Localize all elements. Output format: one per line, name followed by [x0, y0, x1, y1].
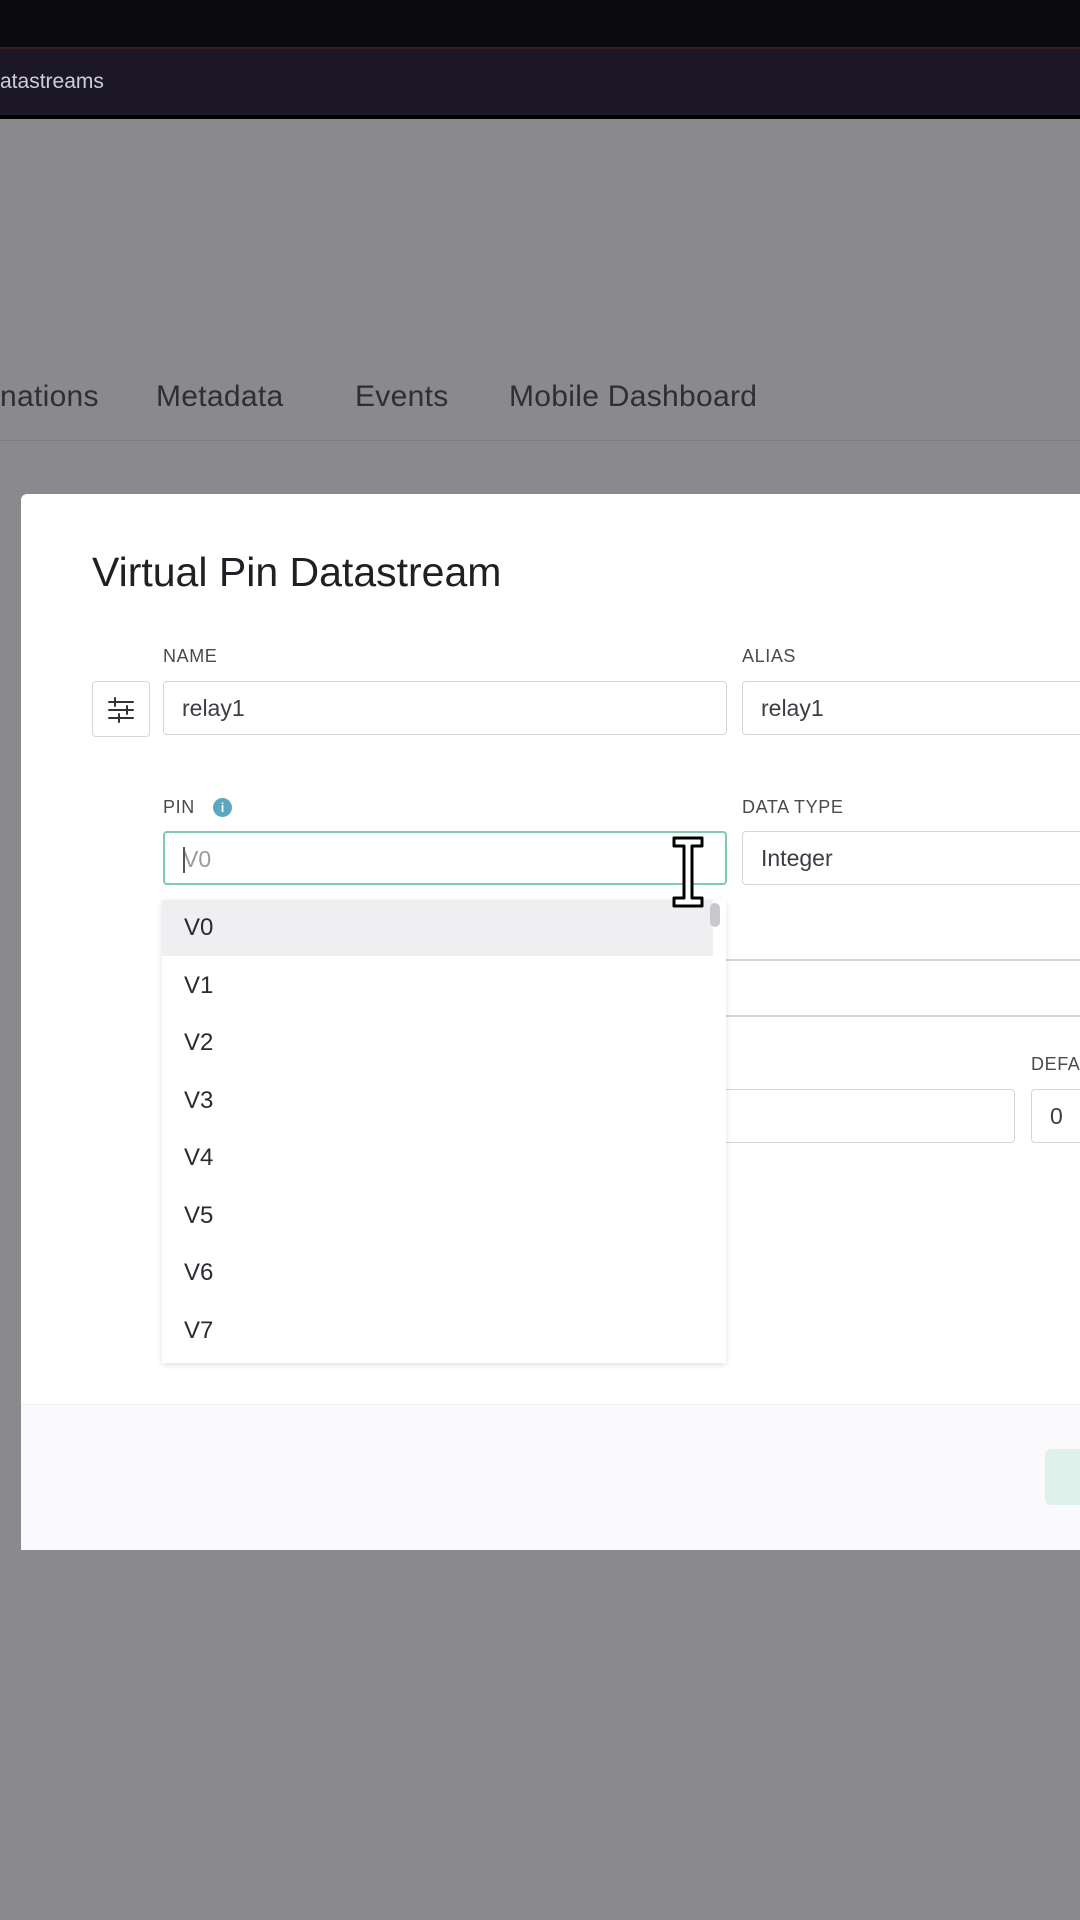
browser-tabbar — [0, 49, 1080, 115]
template-nav-tabs: nations Metadata Events Mobile Dashboard — [0, 380, 1080, 441]
modal-title: Virtual Pin Datastream — [92, 549, 502, 595]
dropdown-option[interactable]: V6 — [162, 1245, 713, 1301]
tab-metadata[interactable]: Metadata — [156, 380, 283, 414]
pin-label: PIN — [163, 797, 195, 817]
pin-select[interactable]: V0 — [163, 831, 727, 885]
default-label: DEFA — [1031, 1054, 1080, 1074]
modal-footer — [21, 1404, 1080, 1550]
tab-mobile-dashboard[interactable]: Mobile Dashboard — [509, 380, 757, 414]
data-type-label: DATA TYPE — [742, 797, 844, 817]
tabbar-divider — [0, 115, 1080, 119]
sliders-icon — [108, 697, 134, 723]
field-divider — [721, 959, 1080, 961]
dropdown-option-label: V6 — [184, 1259, 214, 1286]
dropdown-scrollbar[interactable] — [710, 903, 720, 927]
dropdown-option-label: V2 — [184, 1029, 214, 1056]
text-caret — [183, 847, 185, 873]
alias-field[interactable]: relay1 — [742, 681, 1080, 735]
dropdown-option[interactable]: V5 — [162, 1188, 713, 1244]
pin-placeholder: V0 — [183, 846, 212, 872]
dropdown-option-label: V7 — [184, 1316, 214, 1344]
browser-topbar — [0, 0, 1080, 49]
dropdown-option[interactable]: V7 — [162, 1303, 713, 1359]
dropdown-option-label: V1 — [184, 971, 214, 999]
tab-automations[interactable]: nations — [0, 380, 99, 414]
dropdown-option[interactable]: V1 — [162, 958, 713, 1014]
default-value: 0 — [1050, 1103, 1063, 1129]
field-divider — [721, 1015, 1080, 1017]
data-type-select[interactable]: Integer — [742, 831, 1080, 885]
dropdown-option-label: V0 — [184, 914, 214, 941]
name-field[interactable]: relay1 — [163, 681, 727, 735]
browser-tab-title[interactable]: atastreams — [0, 70, 104, 94]
max-field[interactable] — [721, 1089, 1015, 1143]
dropdown-option[interactable]: V3 — [162, 1073, 713, 1129]
text-cursor-icon — [672, 836, 704, 908]
default-field[interactable]: 0 — [1031, 1089, 1080, 1143]
dropdown-option-label: V4 — [184, 1144, 214, 1171]
data-type-value: Integer — [761, 845, 833, 871]
tab-events[interactable]: Events — [355, 380, 449, 414]
name-value: relay1 — [182, 695, 245, 721]
name-label: NAME — [163, 646, 218, 666]
alias-value: relay1 — [761, 695, 824, 721]
info-icon[interactable]: i — [213, 798, 232, 817]
dropdown-option[interactable]: V0 — [162, 900, 713, 956]
settings-button[interactable] — [92, 681, 150, 737]
alias-label: ALIAS — [742, 646, 797, 666]
dropdown-option[interactable]: V2 — [162, 1015, 713, 1071]
dropdown-option-label: V3 — [184, 1086, 214, 1114]
dropdown-option-label: V5 — [184, 1201, 214, 1229]
create-button[interactable] — [1045, 1449, 1080, 1505]
pin-dropdown-list[interactable]: V7 V6 V5 V4 V3 V2 V1 V0 — [162, 900, 726, 1363]
dropdown-option[interactable]: V4 — [162, 1130, 713, 1186]
